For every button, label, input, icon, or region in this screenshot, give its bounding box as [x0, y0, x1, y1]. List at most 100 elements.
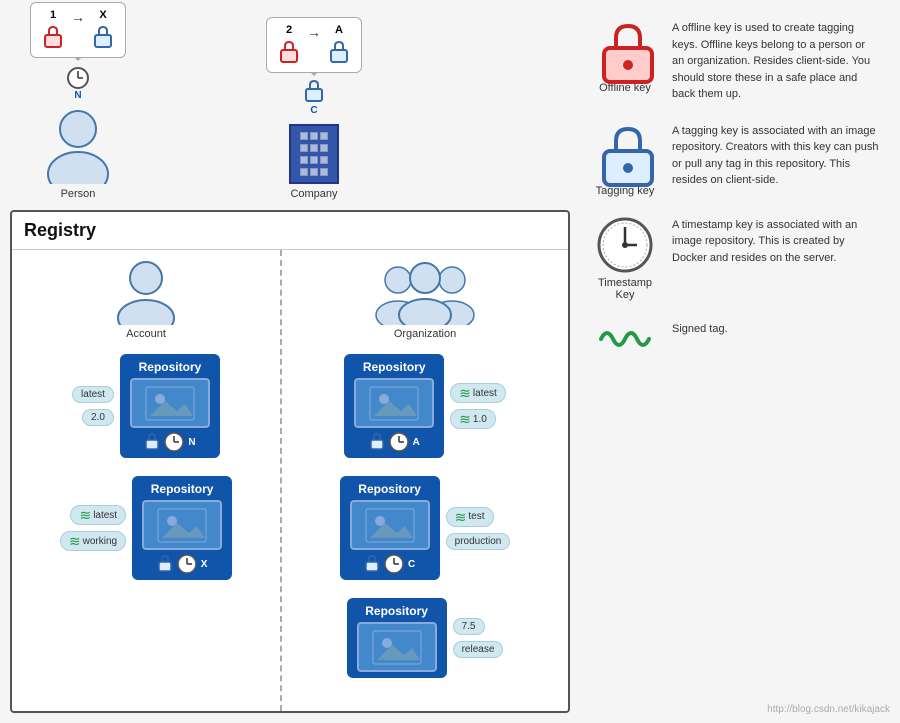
person-key-x-label: X: [99, 9, 106, 21]
person-key-n-label: N: [74, 90, 81, 101]
clock-key-n: [66, 62, 90, 90]
company-red-lock: [277, 38, 301, 66]
org-repo3-image: [357, 622, 437, 672]
person-key-x: X: [91, 9, 115, 51]
registry-right-repo1: Repository: [292, 354, 558, 458]
org-repo2-clock: [384, 554, 404, 574]
person-key-n-area: N: [66, 62, 90, 101]
tagging-key-text: A tagging key is associated with an imag…: [672, 123, 880, 189]
person-figure: Person: [38, 109, 118, 200]
repo2-tag-latest-signed: ≋ latest: [70, 505, 126, 525]
org-repo2-keys: C: [364, 554, 415, 574]
blue-lock-icon: [91, 23, 115, 51]
account-figure: Account: [106, 260, 186, 340]
org-repo3-title: Repository: [365, 604, 428, 618]
org-repo1-title: Repository: [363, 360, 426, 374]
org-label: Organization: [394, 328, 456, 340]
person-key-1: 1: [41, 9, 65, 51]
timestamp-key-label: Timestamp Key: [590, 277, 660, 301]
arrow-2: →: [307, 24, 321, 40]
org-repo2-key-c: C: [408, 559, 415, 570]
repo2-key-x: X: [201, 559, 208, 570]
repo2-keys: X: [157, 554, 208, 574]
person-key-1-label: 1: [50, 9, 56, 21]
tagging-key-svg: [600, 123, 656, 188]
org-repo3-tags: 7.5 release: [453, 618, 504, 658]
repo2-image: [142, 500, 222, 550]
company-label: Company: [290, 188, 337, 200]
company-key-a: A: [327, 24, 351, 66]
registry-left-repo2: ≋ latest ≋ working Repository: [22, 476, 270, 580]
registry-right-repo2: Repository: [292, 476, 558, 580]
company-blue-lock-c: [302, 77, 326, 105]
person-label: Person: [61, 188, 96, 200]
person-svg: [38, 109, 118, 184]
repo1-box: Repository: [120, 354, 220, 458]
org-repo3-tag-75: 7.5: [453, 618, 485, 635]
org-repo1-tag-latest: ≋ latest: [450, 383, 506, 403]
signed-tag-icon: [590, 321, 660, 357]
org-repo1-tags: ≋ latest ≋ 1.0: [450, 383, 506, 429]
org-repo1-img-svg: [369, 386, 419, 421]
company-block: 2 → A: [266, 17, 362, 200]
arrow-1: →: [71, 9, 85, 25]
top-section: 1 → X: [10, 10, 570, 210]
legend-offline-key: Offline key A offline key is used to cre…: [590, 20, 880, 103]
org-repo1-image: [354, 378, 434, 428]
wave-svg: [597, 321, 653, 357]
registry-right-repo3: Repository 7.5 release: [292, 598, 558, 678]
company-key-2-label: 2: [286, 24, 292, 36]
org-repo3-tag-release: release: [453, 641, 504, 658]
org-repo1-clock: [389, 432, 409, 452]
repo2-tag-working-signed: ≋ working: [60, 531, 126, 551]
repo1-tag-2: 2.0: [82, 409, 114, 426]
image-placeholder-svg2: [157, 508, 207, 543]
repo2-tags-left: ≋ latest ≋ working: [60, 505, 126, 551]
signed-tag-text: Signed tag.: [672, 321, 880, 338]
company-blue-lock-a: [327, 38, 351, 66]
offline-key-icon: Offline key: [590, 20, 660, 94]
repo1-lock: [144, 432, 160, 452]
company-key-c-area: C: [302, 77, 326, 116]
repo1-tag-latest: latest: [72, 386, 114, 403]
timestamp-key-icon: Timestamp Key: [590, 217, 660, 301]
company-key-c-label: C: [310, 105, 317, 116]
legend-signed-tag: Signed tag.: [590, 321, 880, 357]
repo2-box: Repository: [132, 476, 232, 580]
legend-timestamp-key: Timestamp Key A timestamp key is associa…: [590, 217, 880, 301]
tagging-key-icon: Tagging key: [590, 123, 660, 197]
company-speech-bubble: 2 → A: [266, 17, 362, 73]
org-repo1-tag-10: ≋ 1.0: [450, 409, 496, 429]
org-repo2-image: [350, 500, 430, 550]
repo2-lock: [157, 554, 173, 574]
left-panel: 1 → X: [10, 10, 570, 713]
person-speech-bubble: 1 → X: [30, 2, 126, 58]
org-repo1-key-a: A: [413, 437, 420, 448]
org-repo2-tag-test: ≋ test: [446, 507, 494, 527]
timestamp-clock-svg: [597, 217, 653, 273]
registry-panel: Registry Account latest: [10, 210, 570, 713]
org-repo2-box: Repository: [340, 476, 440, 580]
repo1-title: Repository: [139, 360, 202, 374]
account-svg: [106, 260, 186, 325]
watermark: http://blog.csdn.net/kikajack: [767, 704, 890, 715]
company-key-2: 2: [277, 24, 301, 66]
org-repo2-lock: [364, 554, 380, 574]
repo1-clock: [164, 432, 184, 452]
org-repo2-tag-prod: production: [446, 533, 511, 550]
repo1-tags-left: latest 2.0: [72, 386, 114, 426]
offline-key-svg: [600, 20, 656, 85]
repo1-image: [130, 378, 210, 428]
blue-lock-legend: [600, 123, 650, 181]
timestamp-key-text: A timestamp key is associated with an im…: [672, 217, 880, 267]
org-repo2-img-svg: [365, 508, 415, 543]
account-label: Account: [126, 328, 166, 340]
building-icon: [289, 124, 339, 184]
repo1-key-n: N: [188, 437, 195, 448]
registry-left: Account latest 2.0 Repository: [12, 250, 282, 711]
registry-right: Organization Repository: [282, 250, 568, 711]
org-repo1-keys: A: [369, 432, 420, 452]
org-repo2-tags: ≋ test production: [446, 507, 511, 550]
org-svg: [370, 260, 480, 325]
registry-content: Account latest 2.0 Repository: [12, 249, 568, 711]
